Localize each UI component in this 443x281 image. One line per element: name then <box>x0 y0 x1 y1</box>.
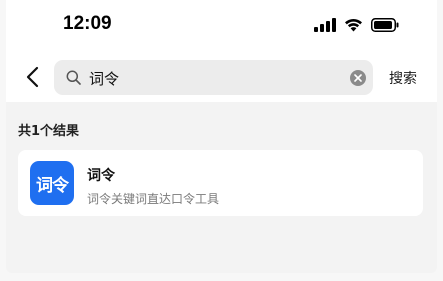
search-icon <box>66 70 81 85</box>
result-count: 共1个结果 <box>18 124 80 139</box>
search-input[interactable] <box>89 67 339 89</box>
search-header: 搜索 <box>6 50 437 102</box>
search-submit-button[interactable]: 搜索 <box>389 68 417 88</box>
clear-button[interactable] <box>350 70 366 86</box>
result-item[interactable]: 词令 词令 词令关键词直达口令工具 <box>18 150 423 216</box>
signal-icon <box>314 18 336 32</box>
search-box[interactable] <box>54 60 373 95</box>
app-icon: 词令 <box>30 161 74 205</box>
screen: 12:09 词令 搜索 共1个结果 词令 词令 词令关键词直达口令工具 <box>0 0 443 281</box>
back-button[interactable] <box>18 63 46 91</box>
chevron-left-icon <box>26 66 39 88</box>
status-icons <box>314 16 399 34</box>
app-window: 12:09 词令 搜索 共1个结果 词令 词令 词令关键词直达口令工具 <box>6 0 437 273</box>
clear-icon <box>354 74 362 82</box>
result-title: 词令 <box>87 168 115 184</box>
status-time: 12:09 <box>63 13 112 34</box>
result-description: 词令关键词直达口令工具 <box>87 192 220 206</box>
status-bar: 12:09 <box>6 0 437 50</box>
battery-icon <box>371 18 399 32</box>
wifi-icon <box>345 18 362 32</box>
